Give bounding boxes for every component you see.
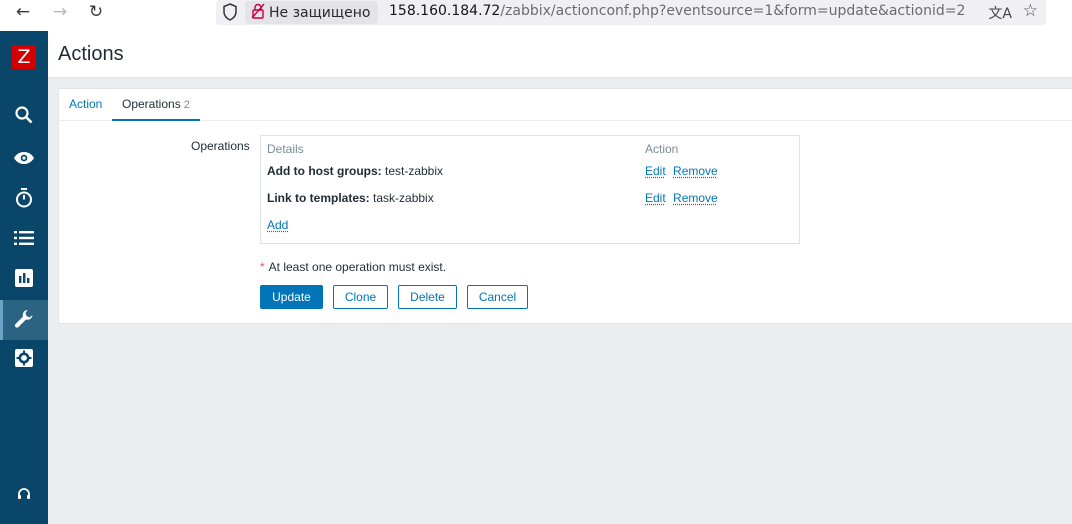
bar-chart-icon [15,268,33,290]
reload-icon[interactable]: ↻ [84,1,108,23]
wrench-icon [14,309,34,332]
sidebar-configuration[interactable] [0,300,48,340]
column-header-action: Action [645,142,679,156]
zabbix-logo[interactable]: Z [12,45,36,69]
validation-text: At least one operation must exist. [268,260,447,274]
translate-icon[interactable]: 文A [988,3,1012,23]
cancel-button[interactable]: Cancel [467,285,528,309]
row-actions: Edit Remove [645,164,722,178]
edit-link[interactable]: Edit [645,191,666,205]
operation-target: task-zabbix [373,191,434,205]
back-arrow-icon[interactable]: ← [11,1,35,23]
browser-toolbar: ← → ↻ Не защищено 158.160.184.72/zabbix/… [0,0,1072,32]
page-title: Actions [58,43,124,65]
tab-operations-label: Operations [122,97,181,111]
table-row: Add to host groups: test-zabbix [267,164,443,178]
required-asterisk: * [260,260,265,274]
remove-link[interactable]: Remove [673,191,718,205]
sidebar-reports[interactable] [0,259,48,299]
add-operation-link[interactable]: Add [267,218,288,232]
add-operation-row: Add [267,218,288,232]
sidebar: Z [0,31,48,524]
tab-operations[interactable]: Operations 2 [112,89,200,121]
operations-table: Details Action Add to host groups: test-… [260,135,800,244]
operation-target: test-zabbix [385,164,444,178]
insecure-lock-icon [251,3,265,22]
tab-bar: Action Operations 2 [59,89,1072,121]
table-row: Link to templates: task-zabbix [267,191,434,205]
edit-link[interactable]: Edit [645,164,666,178]
clone-button[interactable]: Clone [333,285,388,309]
sidebar-services[interactable] [0,179,48,219]
sidebar-administration[interactable] [0,339,48,379]
sidebar-support[interactable] [0,475,48,515]
url-text[interactable]: 158.160.184.72/zabbix/actionconf.php?eve… [389,3,965,19]
search-icon [14,105,34,128]
url-host: 158.160.184.72 [389,3,501,19]
list-icon [14,230,34,248]
sidebar-search[interactable] [0,96,48,136]
remove-link[interactable]: Remove [673,164,718,178]
gear-icon [15,348,33,370]
address-bar[interactable]: Не защищено 158.160.184.72/zabbix/action… [216,0,1046,25]
operation-type: Link to templates: [267,191,370,205]
sidebar-monitoring[interactable] [0,139,48,179]
column-header-details: Details [267,142,304,156]
operation-type: Add to host groups: [267,164,382,178]
headset-icon [17,487,31,504]
validation-message: * At least one operation must exist. [260,260,446,274]
url-path: /zabbix/actionconf.php?eventsource=1&for… [500,3,966,19]
delete-button[interactable]: Delete [398,285,457,309]
operations-field-label: Operations [191,139,250,153]
tab-action[interactable]: Action [69,97,102,111]
eye-icon [13,151,35,168]
row-actions: Edit Remove [645,191,722,205]
action-form-card: Action Operations 2 Operations Details Ac… [58,88,1072,324]
update-button[interactable]: Update [260,285,323,309]
forward-arrow-icon[interactable]: → [48,1,72,23]
stopwatch-icon [15,187,33,211]
shield-icon[interactable] [222,3,238,24]
page-header: Actions [48,31,1072,78]
insecure-label: Не защищено [269,4,371,21]
security-indicator[interactable]: Не защищено [245,1,379,24]
bookmark-star-icon[interactable]: ☆ [1023,1,1038,21]
sidebar-inventory[interactable] [0,219,48,259]
tab-operations-count: 2 [183,99,190,111]
